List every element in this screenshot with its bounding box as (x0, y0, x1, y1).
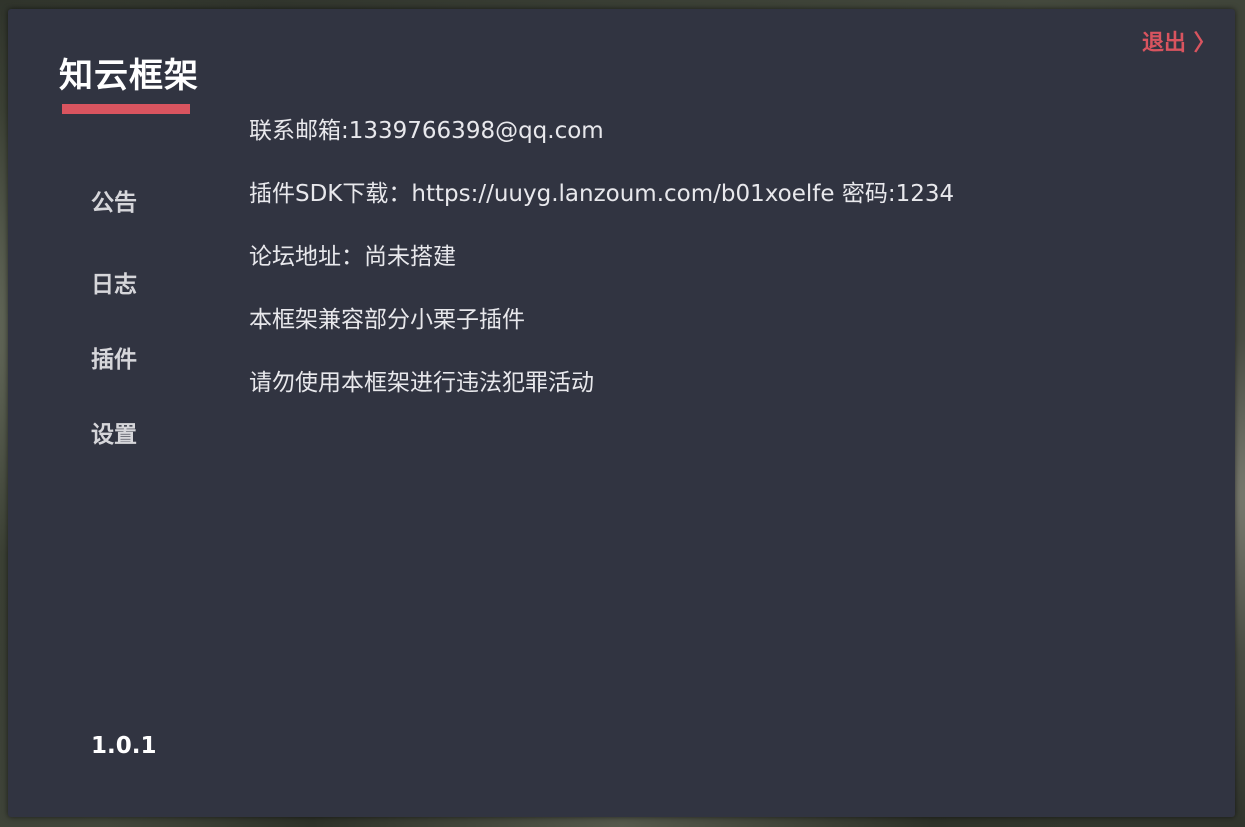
contact-email-text: 联系邮箱:1339766398@qq.com (249, 118, 604, 144)
forum-address-text: 论坛地址：尚未搭建 (249, 244, 456, 270)
app-title: 知云框架 (59, 56, 199, 96)
sdk-download-text: 插件SDK下载：https://uuyg.lanzoum.com/b01xoel… (249, 181, 955, 207)
app-window: 知云框架 退出 〉 公告 日志 插件 设置 联系邮箱:1339766398@qq… (8, 9, 1235, 817)
legal-warning-text: 请勿使用本框架进行违法犯罪活动 (249, 370, 594, 396)
nav-item-log[interactable]: 日志 (91, 267, 137, 303)
notice-content: 联系邮箱:1339766398@qq.com 插件SDK下载：https://u… (249, 114, 954, 429)
nav-item-settings[interactable]: 设置 (91, 417, 137, 453)
nav-item-plugins[interactable]: 插件 (91, 342, 137, 378)
sidebar-nav: 公告 日志 插件 设置 (91, 185, 137, 453)
title-underline (62, 104, 190, 114)
version-label: 1.0.1 (91, 733, 157, 759)
compatibility-text: 本框架兼容部分小栗子插件 (249, 307, 525, 333)
nav-item-announcement[interactable]: 公告 (91, 185, 137, 221)
exit-button[interactable]: 退出 〉 (1142, 28, 1216, 60)
